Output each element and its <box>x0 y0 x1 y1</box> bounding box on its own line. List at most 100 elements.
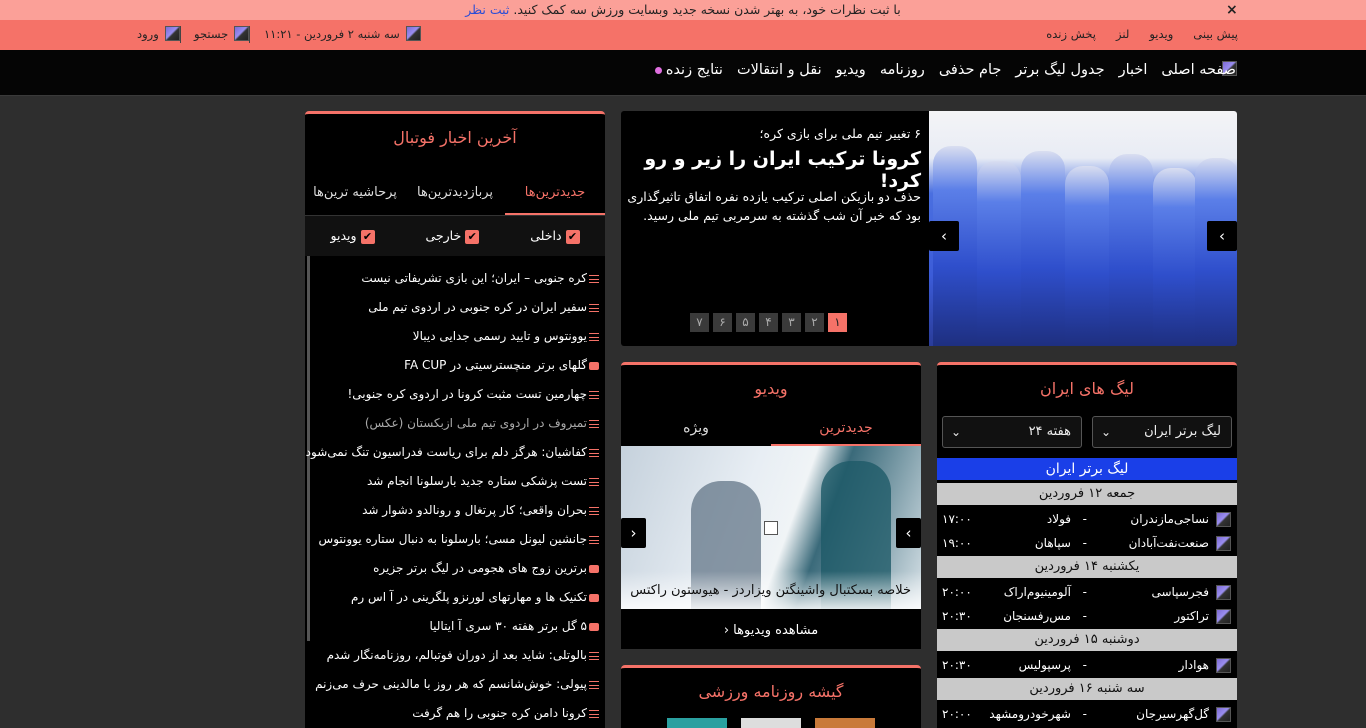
newspaper-thumb[interactable] <box>667 718 727 728</box>
match-time: ۲۰:۳۰ <box>942 609 972 623</box>
league-select[interactable]: لیگ برتر ایران ⌄ <box>1092 416 1232 448</box>
more-videos-link[interactable]: مشاهده ویدیوها ‹ <box>621 623 921 638</box>
newspaper-panel-title: گیشه روزنامه ورزشی <box>698 682 844 701</box>
page-button-2[interactable]: ۲ <box>805 313 824 332</box>
away-team: مس‌رفسنجان <box>1003 609 1071 623</box>
news-item[interactable]: کفاشیان: هرگز دلم برای ریاست فدراسیون تن… <box>306 442 599 462</box>
article-icon <box>589 709 599 718</box>
page-button-1[interactable]: ۱ <box>828 313 847 332</box>
match-row[interactable]: فجرسپاسی - آلومینیوم‌اراک ۲۰:۰۰ <box>937 580 1237 604</box>
newspaper-thumb[interactable] <box>741 718 801 728</box>
newspaper-thumbs <box>621 718 921 728</box>
home-team: صنعت‌نفت‌آبادان <box>1128 536 1209 550</box>
match-row[interactable]: نساجی‌مازندران - فولاد ۱۷:۰۰ <box>937 507 1237 531</box>
match-row[interactable]: گل‌گهرسیرجان - شهرخودرومشهد ۲۰:۰۰ <box>937 702 1237 726</box>
nav-cup[interactable]: جام حذفی <box>939 62 1002 78</box>
close-icon[interactable]: × <box>1226 0 1238 20</box>
video-icon <box>589 593 599 602</box>
notice-bar: با ثبت نظرات خود، به بهتر شدن نسخه جدید … <box>0 0 1366 20</box>
video-thumbnail[interactable]: خلاصه بسکتبال واشینگتن ویزاردز - هیوستون… <box>621 446 921 609</box>
news-item[interactable]: بالوتلی: شاید بعد از دوران فوتبالم، روزن… <box>327 645 599 665</box>
hero-title[interactable]: کرونا ترکیب ایران را زیر و رو کرد! <box>621 148 921 192</box>
article-icon <box>589 332 599 341</box>
league-select-value: لیگ برتر ایران <box>1144 424 1221 439</box>
filter-video[interactable]: ✔ویدیو <box>331 228 375 244</box>
article-icon <box>589 448 599 457</box>
filter-domestic[interactable]: ✔داخلی <box>530 228 580 244</box>
page-button-6[interactable]: ۶ <box>713 313 732 332</box>
hero-image[interactable] <box>929 111 1237 346</box>
nav-newspaper[interactable]: روزنامه <box>880 62 925 78</box>
news-item-title: کره جنوبی – ایران؛ این بازی تشریفاتی نیس… <box>361 271 587 285</box>
article-icon <box>589 274 599 283</box>
filter-foreign[interactable]: ✔خارجی <box>426 228 480 244</box>
video-caption[interactable]: خلاصه بسکتبال واشینگتن ویزاردز - هیوستون… <box>630 583 911 598</box>
nav-home[interactable]: صفحه اصلی <box>1161 62 1236 78</box>
news-item[interactable]: پیولی: خوش‌شانسم که هر روز با مالدینی حر… <box>315 674 599 694</box>
news-panel-title: آخرین اخبار فوتبال <box>393 128 517 147</box>
topbar-link-video[interactable]: ویدیو <box>1149 27 1173 41</box>
hero-next-button[interactable]: › <box>1207 221 1237 251</box>
nav-news[interactable]: اخبار <box>1119 62 1148 78</box>
news-item[interactable]: چهارمین تست مثبت کرونا در اردوی کره جنوب… <box>347 384 599 404</box>
match-row[interactable]: هوادار - پرسپولیس ۲۰:۳۰ <box>937 653 1237 677</box>
login-button[interactable]: ورود <box>137 26 180 41</box>
checkbox-icon: ✔ <box>465 229 480 244</box>
news-item[interactable]: بحران واقعی؛ کار پرتغال و رونالدو دشوار … <box>362 500 599 520</box>
news-item[interactable]: برترین زوج های هجومی در لیگ برتر جزیره <box>373 558 599 578</box>
checkbox-icon: ✔ <box>565 229 580 244</box>
news-item[interactable]: گلهای برتر منچسترسیتی در FA CUP <box>404 355 599 375</box>
date-display: سه شنبه ۲ فروردین - ۱۱:۲۱ <box>264 26 421 41</box>
page-button-3[interactable]: ۳ <box>782 313 801 332</box>
nav-live-label: نتایج زنده <box>665 62 723 78</box>
page-button-5[interactable]: ۵ <box>736 313 755 332</box>
search-button[interactable]: جستجو <box>194 26 250 41</box>
tab-controversial[interactable]: پرحاشیه ترین‌ها <box>305 171 405 215</box>
match-row[interactable]: تراکتور - مس‌رفسنجان ۲۰:۳۰ <box>937 604 1237 628</box>
home-team: فجرسپاسی <box>1151 585 1210 599</box>
topbar-link-predict[interactable]: پیش بینی <box>1193 27 1238 41</box>
nav-transfers[interactable]: نقل و انتقالات <box>737 62 822 78</box>
team-logo-icon <box>1216 658 1231 673</box>
news-item-title: سفیر ایران در کره جنوبی در اردوی تیم ملی <box>368 300 587 314</box>
nav-live-results[interactable]: نتایج زنده <box>654 62 723 78</box>
newspaper-panel: گیشه روزنامه ورزشی <box>621 665 921 728</box>
tab-newest[interactable]: جدیدترین‌ها <box>505 171 605 215</box>
feedback-link[interactable]: ثبت نظر <box>465 2 509 17</box>
news-item[interactable]: یوونتوس و تایید رسمی جدایی دیبالا <box>413 326 599 346</box>
nav-league-table[interactable]: جدول لیگ برتر <box>1015 62 1104 78</box>
video-tabs: جدیدترین ویژه <box>621 403 921 447</box>
newspaper-thumb[interactable] <box>815 718 875 728</box>
news-panel: آخرین اخبار فوتبال جدیدترین‌ها پربازدیدت… <box>305 111 605 728</box>
tab-video-special[interactable]: ویژه <box>621 410 771 446</box>
news-item[interactable]: ۵ گل برتر هفته ۳۰ سری آ ایتالیا <box>429 616 599 636</box>
news-item[interactable]: تکنیک ها و مهارتهای لورنزو پلگرینی در آ … <box>351 587 599 607</box>
play-icon[interactable] <box>764 521 778 535</box>
hero-prev-button[interactable]: › <box>929 221 959 251</box>
news-item[interactable]: جانشین لیونل مسی؛ بارسلونا به دنبال ستار… <box>319 529 599 549</box>
video-prev-button[interactable]: ‹ <box>621 518 646 548</box>
page-button-7[interactable]: ۷ <box>690 313 709 332</box>
news-item[interactable]: تست پزشکی ستاره جدید بارسلونا انجام شد <box>367 471 599 491</box>
news-item[interactable]: سفیر ایران در کره جنوبی در اردوی تیم ملی <box>368 297 599 317</box>
news-item-title: کفاشیان: هرگز دلم برای ریاست فدراسیون تن… <box>305 445 587 459</box>
topbar-link-lens[interactable]: لنز <box>1116 27 1129 41</box>
topbar-link-live[interactable]: پخش زنده <box>1046 27 1096 41</box>
tab-video-newest[interactable]: جدیدترین <box>771 410 921 446</box>
news-item[interactable]: کره جنوبی – ایران؛ این بازی تشریفاتی نیس… <box>361 268 599 288</box>
match-row[interactable]: صنعت‌نفت‌آبادان - سپاهان ۱۹:۰۰ <box>937 531 1237 555</box>
player-figure <box>1021 151 1065 346</box>
page-button-4[interactable]: ۴ <box>759 313 778 332</box>
news-item[interactable]: کرونا دامن کره جنوبی را هم گرفت <box>412 703 599 723</box>
video-next-button[interactable]: › <box>896 518 921 548</box>
top-bar: پیش بینی ویدیو لنز پخش زنده سه شنبه ۲ فر… <box>0 20 1366 50</box>
nav-video[interactable]: ویدیو <box>836 62 866 78</box>
team-logo-icon <box>1216 585 1231 600</box>
week-select[interactable]: هفته ۲۴ ⌄ <box>942 416 1082 448</box>
tab-most-viewed[interactable]: پربازدیدترین‌ها <box>405 171 505 215</box>
more-videos-label: مشاهده ویدیوها <box>733 623 819 638</box>
score-separator: - <box>1082 707 1087 721</box>
news-item[interactable]: تمیروف در اردوی تیم ملی ازبکستان (عکس) <box>365 413 599 433</box>
article-icon <box>589 419 599 428</box>
score-separator: - <box>1082 536 1087 550</box>
